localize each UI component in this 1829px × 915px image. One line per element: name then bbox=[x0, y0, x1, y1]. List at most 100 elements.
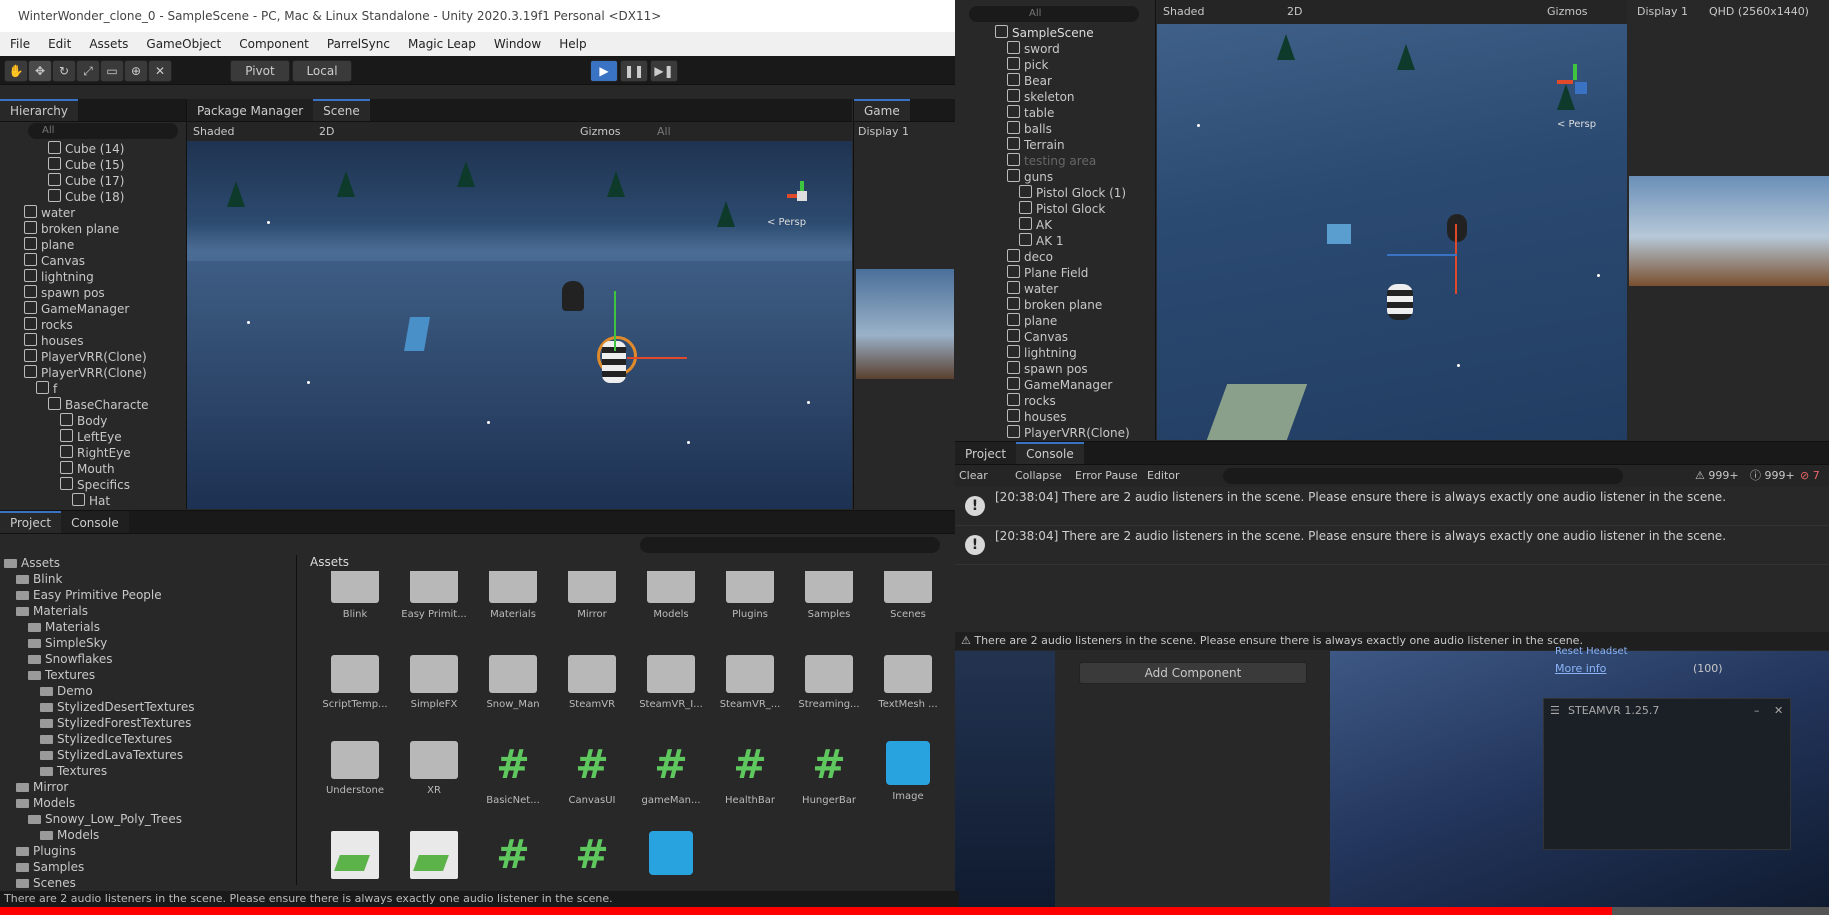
menu-assets[interactable]: Assets bbox=[81, 32, 136, 56]
hierarchy-item[interactable]: lightning bbox=[0, 269, 180, 285]
folder-tree-item[interactable]: Mirror bbox=[0, 779, 296, 795]
minimize-icon[interactable]: – bbox=[1754, 699, 1760, 723]
asset-item[interactable] bbox=[318, 831, 392, 885]
folder-tree-item[interactable]: Textures bbox=[0, 763, 296, 779]
video-progress-remaining[interactable] bbox=[1612, 907, 1829, 915]
hierarchy-item[interactable]: pick bbox=[995, 57, 1155, 73]
hierarchy-item[interactable]: Terrain bbox=[995, 137, 1155, 153]
hierarchy-item[interactable]: table bbox=[995, 105, 1155, 121]
hierarchy-item[interactable]: spawn pos bbox=[995, 361, 1155, 377]
asset-item[interactable]: Models bbox=[634, 571, 708, 620]
clone-hierarchy-search[interactable]: All bbox=[969, 6, 1139, 22]
asset-item[interactable]: Scenes bbox=[871, 571, 945, 620]
local-toggle[interactable]: Local bbox=[292, 60, 352, 82]
asset-item[interactable]: Plugins bbox=[713, 571, 787, 620]
pause-button[interactable]: ❚❚ bbox=[620, 60, 648, 82]
hierarchy-item[interactable]: balls bbox=[995, 121, 1155, 137]
menu-help[interactable]: Help bbox=[551, 32, 594, 56]
asset-item[interactable]: SimpleFX bbox=[397, 655, 471, 710]
asset-item[interactable]: Materials bbox=[476, 571, 550, 620]
asset-item[interactable]: Mirror bbox=[555, 571, 629, 620]
tab-scene[interactable]: Scene bbox=[313, 99, 370, 121]
asset-item[interactable]: Image bbox=[871, 741, 945, 802]
hierarchy-item[interactable]: Canvas bbox=[0, 253, 180, 269]
menu-parrelsync[interactable]: ParrelSync bbox=[319, 32, 398, 56]
add-component-button[interactable]: Add Component bbox=[1079, 662, 1307, 684]
folder-tree-item[interactable]: Models bbox=[0, 795, 296, 811]
console-message[interactable]: ! [20:38:04] There are 2 audio listeners … bbox=[955, 487, 1829, 526]
folder-tree-item[interactable]: StylizedForestTextures bbox=[0, 715, 296, 731]
tab-console[interactable]: Console bbox=[1016, 442, 1084, 464]
hierarchy-item[interactable]: AK 1 bbox=[995, 233, 1155, 249]
hierarchy-item[interactable]: broken plane bbox=[995, 297, 1155, 313]
hierarchy-item[interactable]: AK bbox=[995, 217, 1155, 233]
video-progress-bar[interactable] bbox=[0, 907, 1612, 915]
collapse-button[interactable]: Collapse bbox=[1015, 465, 1062, 487]
asset-item[interactable]: XR bbox=[397, 741, 471, 796]
asset-item[interactable]: # bbox=[555, 831, 629, 885]
asset-item[interactable]: # gameMan... bbox=[634, 741, 708, 806]
scene-orientation-gizmo[interactable] bbox=[787, 181, 817, 211]
hierarchy-item[interactable]: LeftEye bbox=[0, 429, 180, 445]
asset-item[interactable]: Understone bbox=[318, 741, 392, 796]
warning-count[interactable]: ⚠ 999+ bbox=[1695, 465, 1739, 487]
hierarchy-item[interactable]: Cube (18) bbox=[0, 189, 180, 205]
asset-item[interactable]: # HealthBar bbox=[713, 741, 787, 806]
menu-window[interactable]: Window bbox=[486, 32, 549, 56]
menu-file[interactable]: File bbox=[2, 32, 38, 56]
hierarchy-item[interactable]: Cube (14) bbox=[0, 141, 180, 157]
asset-item[interactable]: # bbox=[476, 831, 550, 885]
asset-item[interactable]: Streaming... bbox=[792, 655, 866, 710]
clone-2d-toggle[interactable]: 2D bbox=[1287, 0, 1302, 24]
custom-tool-button[interactable]: ✕ bbox=[148, 60, 172, 82]
hierarchy-item[interactable]: spawn pos bbox=[0, 285, 180, 301]
tab-project[interactable]: Project bbox=[0, 511, 62, 533]
display-dropdown[interactable]: Display 1 bbox=[854, 122, 956, 142]
menu-component[interactable]: Component bbox=[231, 32, 317, 56]
folder-tree-item[interactable]: StylizedDesertTextures bbox=[0, 699, 296, 715]
clone-orientation-gizmo[interactable] bbox=[1557, 64, 1593, 100]
console-message[interactable]: ! [20:38:04] There are 2 audio listeners … bbox=[955, 526, 1829, 565]
hierarchy-item[interactable]: deco bbox=[995, 249, 1155, 265]
folder-tree-item[interactable]: Assets bbox=[0, 555, 296, 571]
clone-persp-label[interactable]: < Persp bbox=[1557, 119, 1596, 130]
hierarchy-item[interactable]: sword bbox=[995, 41, 1155, 57]
hierarchy-item[interactable]: PlayerVRR(Clone) bbox=[0, 365, 180, 381]
hierarchy-search-input[interactable]: All bbox=[28, 123, 178, 139]
move-gizmo-x-axis[interactable] bbox=[627, 357, 687, 359]
rotate-tool-button[interactable]: ↻ bbox=[52, 60, 76, 82]
gizmo-axis[interactable] bbox=[1387, 254, 1457, 256]
hierarchy-item[interactable]: GameManager bbox=[995, 377, 1155, 393]
menu-icon[interactable]: ☰ bbox=[1550, 699, 1560, 723]
folder-tree-item[interactable]: Materials bbox=[0, 603, 296, 619]
tab-package-manager[interactable]: Package Manager bbox=[187, 99, 314, 121]
status-bar[interactable]: There are 2 audio listeners in the scene… bbox=[0, 891, 959, 907]
hierarchy-item[interactable]: PlayerVRR(Clone) bbox=[0, 349, 180, 365]
hierarchy-item[interactable]: PlayerVRR(Clone) bbox=[995, 425, 1155, 441]
asset-item[interactable]: TextMesh ... bbox=[871, 655, 945, 710]
folder-tree-item[interactable]: Scenes bbox=[0, 875, 296, 891]
folder-tree-item[interactable]: Snowflakes bbox=[0, 651, 296, 667]
menu-edit[interactable]: Edit bbox=[40, 32, 79, 56]
hierarchy-item[interactable]: Plane Field bbox=[995, 265, 1155, 281]
folder-tree-item[interactable]: Materials bbox=[0, 619, 296, 635]
hierarchy-item[interactable]: water bbox=[0, 205, 180, 221]
hierarchy-item[interactable]: plane bbox=[995, 313, 1155, 329]
asset-item[interactable]: SteamVR bbox=[555, 655, 629, 710]
folder-tree-item[interactable]: Plugins bbox=[0, 843, 296, 859]
hierarchy-item[interactable]: lightning bbox=[995, 345, 1155, 361]
clone-shading-dropdown[interactable]: Shaded bbox=[1163, 0, 1204, 24]
hierarchy-item[interactable]: Canvas bbox=[995, 329, 1155, 345]
editor-dropdown[interactable]: Editor bbox=[1147, 465, 1180, 487]
gizmo-axis[interactable] bbox=[1455, 224, 1457, 294]
hand-tool-button[interactable]: ✋ bbox=[4, 60, 28, 82]
hierarchy-item[interactable]: plane bbox=[0, 237, 180, 253]
asset-item[interactable]: Samples bbox=[792, 571, 866, 620]
asset-item[interactable]: # CanvasUI bbox=[555, 741, 629, 806]
hierarchy-item[interactable]: skeleton bbox=[995, 89, 1155, 105]
move-tool-button[interactable]: ✥ bbox=[28, 60, 52, 82]
scene-root[interactable]: SampleScene bbox=[995, 25, 1094, 41]
scene-search-input[interactable]: All bbox=[657, 122, 671, 142]
asset-item[interactable]: SteamVR_I... bbox=[634, 655, 708, 710]
asset-item[interactable] bbox=[634, 831, 708, 881]
